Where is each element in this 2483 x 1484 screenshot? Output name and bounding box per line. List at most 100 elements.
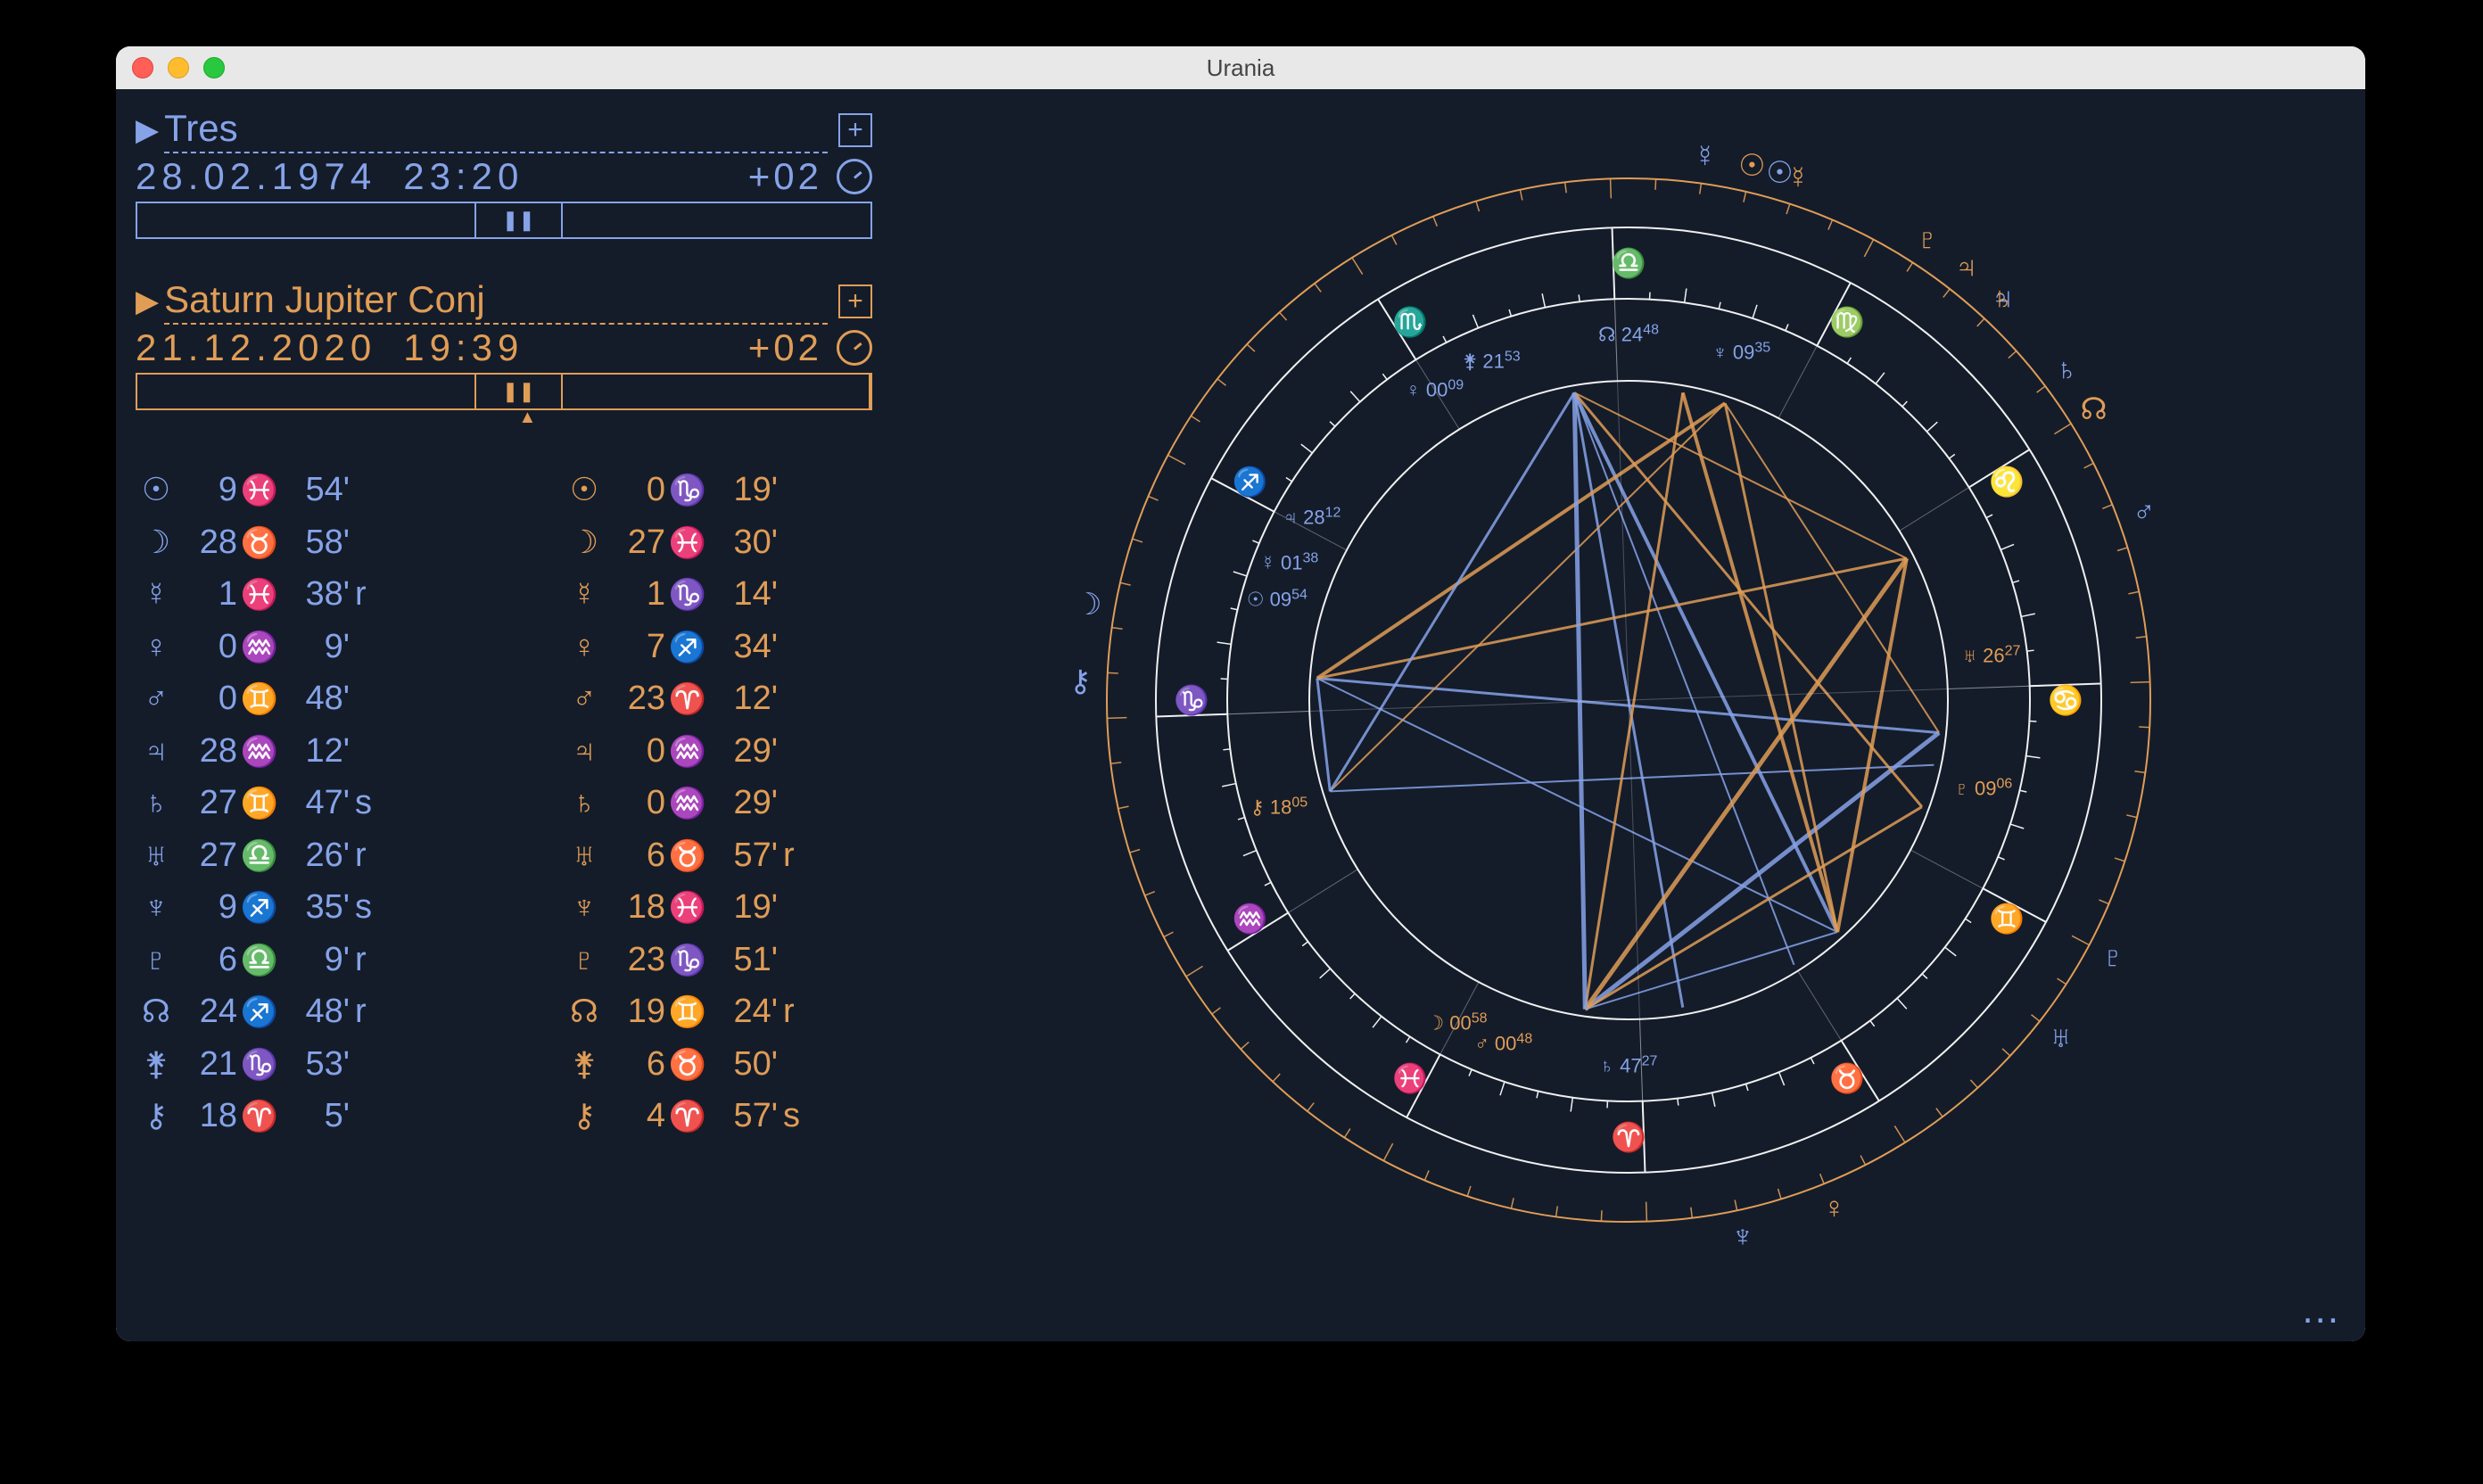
position-row: ♇23♑51' bbox=[564, 934, 813, 986]
retro-flag: r bbox=[355, 568, 385, 621]
degree: 28 bbox=[182, 516, 237, 569]
planet-glyph: ♄ bbox=[136, 778, 177, 827]
degree: 27 bbox=[182, 829, 237, 882]
minimize-icon[interactable] bbox=[168, 57, 189, 78]
position-row: ☽28♉58' bbox=[136, 516, 564, 569]
time-scrubber-transit[interactable]: ❚❚ ▲ bbox=[136, 373, 872, 410]
degree: 1 bbox=[182, 568, 237, 621]
sign-glyph: ♓ bbox=[665, 885, 710, 931]
chart-name[interactable]: Saturn Jupiter Conj bbox=[164, 278, 828, 325]
position-row: ⚷18♈5' bbox=[136, 1090, 564, 1142]
sign-glyph: ♓ bbox=[237, 467, 282, 514]
minutes: 34' bbox=[710, 621, 778, 673]
retro-flag: s bbox=[355, 777, 385, 829]
chart-wheel[interactable]: ♓♒♑♐♏♎♍♌♋♊♉♈☽⚷♂♇♅♆♄♃☉☿♀☊♄♃♇☉☿♀ 0009⚵ 215… bbox=[1080, 152, 2177, 1249]
sign-glyph: ♑ bbox=[237, 1042, 282, 1088]
planet-glyph: ☉ bbox=[564, 465, 605, 514]
sign-glyph: ♐ bbox=[237, 885, 282, 931]
planet-glyph: ♃ bbox=[564, 726, 605, 775]
window: Urania ▶ Tres + 28.02.1974 23:20 +02 bbox=[116, 46, 2365, 1341]
position-row: ☉0♑19' bbox=[564, 464, 813, 516]
degree: 6 bbox=[182, 934, 237, 986]
degree: 23 bbox=[610, 672, 665, 725]
minutes: 57' bbox=[710, 1090, 778, 1142]
position-row: ☊19♊24'r bbox=[564, 985, 813, 1038]
position-row: ♇6♎9'r bbox=[136, 934, 564, 986]
disclosure-icon[interactable]: ▶ bbox=[136, 284, 159, 319]
position-row: ♂23♈12' bbox=[564, 672, 813, 725]
positions-tables: ☉9♓54'☽28♉58'☿1♓38'r♀0♒9'♂0♊48'♃28♒12'♄2… bbox=[136, 464, 872, 1142]
planet-glyph: ☽ bbox=[136, 517, 177, 566]
degree: 21 bbox=[182, 1038, 237, 1091]
positions-transit: ☉0♑19'☽27♓30'☿1♑14'♀7♐34'♂23♈12'♃0♒29'♄0… bbox=[564, 464, 813, 1142]
minutes: 19' bbox=[710, 464, 778, 516]
planet-glyph: ♄ bbox=[564, 778, 605, 827]
time-value: 23:20 bbox=[403, 155, 524, 198]
degree: 0 bbox=[610, 725, 665, 778]
minutes: 19' bbox=[710, 881, 778, 934]
minutes: 51' bbox=[710, 934, 778, 986]
degree: 24 bbox=[182, 985, 237, 1038]
time-value: 19:39 bbox=[403, 326, 524, 369]
sign-glyph: ♒ bbox=[665, 729, 710, 775]
position-row: ♆18♓19' bbox=[564, 881, 813, 934]
degree: 9 bbox=[182, 881, 237, 934]
degree: 0 bbox=[610, 777, 665, 829]
sign-glyph: ♎ bbox=[237, 833, 282, 879]
disclosure-icon[interactable]: ▶ bbox=[136, 112, 159, 148]
planet-glyph: ⚵ bbox=[564, 1039, 605, 1088]
retro-flag: r bbox=[355, 934, 385, 986]
chart-card-natal: ▶ Tres + 28.02.1974 23:20 +02 ❚❚ bbox=[136, 107, 872, 239]
planet-glyph: ♇ bbox=[136, 935, 177, 984]
position-row: ☊24♐48'r bbox=[136, 985, 564, 1038]
clock-icon[interactable] bbox=[837, 159, 872, 194]
chart-card-transit: ▶ Saturn Jupiter Conj + 21.12.2020 19:39… bbox=[136, 278, 872, 410]
time-scrubber-natal[interactable]: ❚❚ bbox=[136, 202, 872, 239]
position-row: ♀7♐34' bbox=[564, 621, 813, 673]
sidebar: ▶ Tres + 28.02.1974 23:20 +02 ❚❚ bbox=[116, 89, 892, 1341]
planet-glyph: ♆ bbox=[136, 882, 177, 931]
planet-glyph: ♇ bbox=[564, 935, 605, 984]
chart-datetime-transit[interactable]: 21.12.2020 19:39 +02 bbox=[136, 325, 872, 373]
sign-glyph: ♒ bbox=[665, 780, 710, 827]
chart-name[interactable]: Tres bbox=[164, 107, 828, 153]
add-icon[interactable]: + bbox=[838, 284, 872, 318]
planet-glyph: ♂ bbox=[564, 673, 605, 722]
tz-value: +02 bbox=[748, 326, 822, 369]
retro-flag: r bbox=[355, 985, 385, 1038]
planet-glyph: ☊ bbox=[564, 986, 605, 1035]
minutes: 53' bbox=[282, 1038, 350, 1091]
degree: 4 bbox=[610, 1090, 665, 1142]
position-row: ♅6♉57'r bbox=[564, 829, 813, 882]
more-icon[interactable]: ... bbox=[2302, 1288, 2340, 1332]
sign-glyph: ♊ bbox=[237, 676, 282, 722]
planet-glyph: ☿ bbox=[564, 569, 605, 618]
pause-icon[interactable]: ❚❚ bbox=[476, 375, 563, 408]
add-icon[interactable]: + bbox=[838, 113, 872, 147]
planet-glyph: ☿ bbox=[136, 569, 177, 618]
sign-glyph: ♉ bbox=[665, 1042, 710, 1088]
minutes: 5' bbox=[282, 1090, 350, 1142]
planet-glyph: ♀ bbox=[564, 622, 605, 671]
position-row: ☿1♑14' bbox=[564, 568, 813, 621]
retro-flag: r bbox=[783, 985, 813, 1038]
window-title: Urania bbox=[116, 54, 2365, 82]
position-row: ♄0♒29' bbox=[564, 777, 813, 829]
degree: 28 bbox=[182, 725, 237, 778]
sign-glyph: ♎ bbox=[237, 937, 282, 984]
position-row: ♃0♒29' bbox=[564, 725, 813, 778]
clock-icon[interactable] bbox=[837, 330, 872, 366]
sign-glyph: ♊ bbox=[665, 989, 710, 1035]
minutes: 24' bbox=[710, 985, 778, 1038]
chart-datetime-natal[interactable]: 28.02.1974 23:20 +02 bbox=[136, 153, 872, 202]
pause-icon[interactable]: ❚❚ bbox=[476, 203, 563, 237]
position-row: ⚷4♈57's bbox=[564, 1090, 813, 1142]
position-row: ⚵21♑53' bbox=[136, 1038, 564, 1091]
caret-up-icon: ▲ bbox=[518, 408, 536, 428]
minutes: 30' bbox=[710, 516, 778, 569]
zoom-icon[interactable] bbox=[203, 57, 225, 78]
degree: 0 bbox=[182, 672, 237, 725]
planet-glyph: ☊ bbox=[136, 986, 177, 1035]
minutes: 50' bbox=[710, 1038, 778, 1091]
close-icon[interactable] bbox=[132, 57, 153, 78]
